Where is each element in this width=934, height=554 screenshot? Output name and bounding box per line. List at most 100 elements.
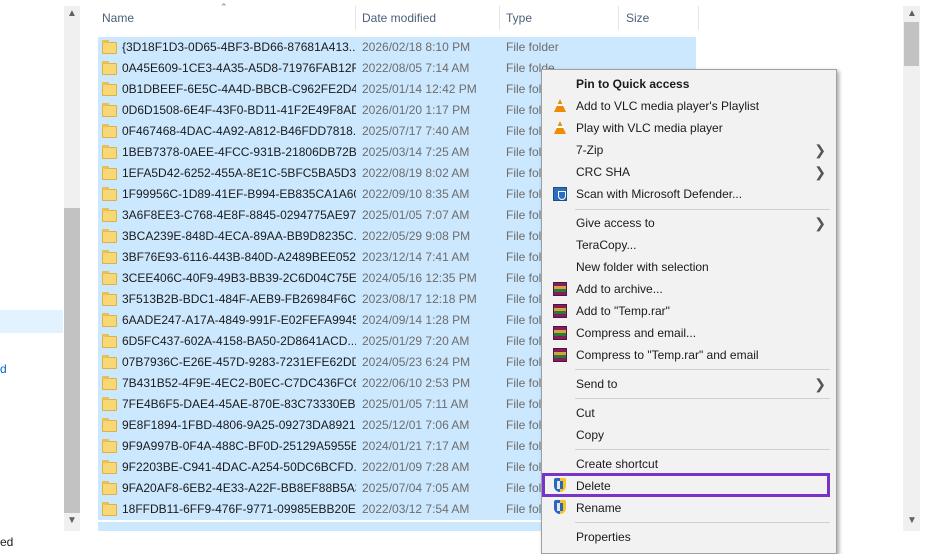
date-modified: 2022/06/10 2:53 PM <box>362 376 471 390</box>
menu-item-7zip[interactable]: 7-Zip ❯ <box>542 139 836 161</box>
menu-item-give-access[interactable]: Give access to ❯ <box>542 212 836 234</box>
file-name: 07B7936C-E26E-457D-9283-7231EFE62DDF <box>122 355 356 369</box>
file-name: 9E8F1894-1FBD-4806-9A25-09273DA89218 <box>122 418 356 432</box>
vlc-cone-icon <box>552 120 568 136</box>
file-name: 9FA20AF8-6EB2-4E33-A22F-BB8EF88B5A3F <box>122 481 356 495</box>
column-header-type[interactable]: Type <box>506 6 532 30</box>
file-name: 9F9A997B-0F4A-488C-BF0D-25129A5955EF <box>122 439 356 453</box>
submenu-chevron-icon: ❯ <box>814 215 826 231</box>
folder-icon <box>102 187 118 201</box>
column-header-name[interactable]: Name <box>102 6 134 30</box>
menu-item-label: Copy <box>576 428 605 442</box>
uac-shield-icon <box>552 500 568 516</box>
file-name: 7FE4B6F5-DAE4-45AE-870E-83C73330EB94 <box>122 397 356 411</box>
menu-item-properties[interactable]: Properties <box>542 526 836 548</box>
folder-icon <box>102 355 118 369</box>
nav-item-fragment[interactable]: d <box>0 362 7 376</box>
file-name: 0F467468-4DAC-4A92-A812-B46FDD7818... <box>122 124 356 138</box>
file-name: 3A6F8EE3-C768-4E8F-8845-0294775AE97A <box>122 208 356 222</box>
winrar-icon <box>552 281 568 297</box>
scroll-up-icon[interactable]: ▲ <box>904 6 920 22</box>
file-name: 6AADE247-A17A-4849-991F-E02FEFA9945C <box>122 313 356 327</box>
menu-item-label: Pin to Quick access <box>576 77 690 91</box>
menu-item-send-to[interactable]: Send to ❯ <box>542 373 836 395</box>
column-header-date[interactable]: Date modified <box>362 6 436 30</box>
nav-item-fragment-2[interactable]: ed <box>0 535 13 549</box>
submenu-chevron-icon: ❯ <box>814 164 826 180</box>
file-type: File folder <box>506 40 559 54</box>
nav-scroll-down-icon[interactable]: ▼ <box>64 513 80 529</box>
date-modified: 2025/03/14 7:25 AM <box>362 145 470 159</box>
menu-item-label: Play with VLC media player <box>576 121 723 135</box>
menu-item-label: Add to VLC media player's Playlist <box>576 99 760 113</box>
folder-icon <box>102 61 118 75</box>
date-modified: 2022/01/09 7:28 AM <box>362 460 470 474</box>
folder-icon <box>102 397 118 411</box>
menu-item-create-shortcut[interactable]: Create shortcut <box>542 453 836 475</box>
nav-selected-item[interactable] <box>0 310 63 333</box>
file-name: 3BF76E93-6116-443B-840D-A2489BEE0528 <box>122 250 356 264</box>
menu-item-new-folder-selection[interactable]: New folder with selection <box>542 256 836 278</box>
date-modified: 2024/01/21 7:17 AM <box>362 439 470 453</box>
sort-ascending-icon: ⌃ <box>220 2 228 12</box>
menu-separator <box>575 522 830 523</box>
date-modified: 2025/12/01 7:06 AM <box>362 418 470 432</box>
menu-item-crc-sha[interactable]: CRC SHA ❯ <box>542 161 836 183</box>
folder-icon <box>102 229 118 243</box>
menu-item-rename[interactable]: Rename <box>542 497 836 519</box>
menu-item-label: Rename <box>576 501 622 515</box>
menu-item-copy[interactable]: Copy <box>542 424 836 446</box>
column-divider[interactable] <box>355 6 356 30</box>
date-modified: 2024/05/23 6:24 PM <box>362 355 471 369</box>
date-modified: 2022/08/05 7:14 AM <box>362 61 470 75</box>
menu-item-pin-quick-access[interactable]: Pin to Quick access <box>542 73 836 95</box>
winrar-icon <box>552 325 568 341</box>
menu-item-label: Create shortcut <box>576 457 659 471</box>
date-modified: 2026/02/18 8:10 PM <box>362 40 471 54</box>
column-divider[interactable] <box>698 6 699 30</box>
scroll-down-icon[interactable]: ▼ <box>904 513 920 529</box>
menu-item-vlc-playlist[interactable]: Add to VLC media player's Playlist <box>542 95 836 117</box>
menu-item-add-temp-rar[interactable]: Add to "Temp.rar" <box>542 300 836 322</box>
folder-icon <box>102 208 118 222</box>
file-name: 3CEE406C-40F9-49B3-BB39-2C6D04C75E... <box>122 271 356 285</box>
folder-icon <box>102 481 118 495</box>
menu-item-label: New folder with selection <box>576 260 709 274</box>
delete-highlight-box <box>542 473 830 497</box>
nav-scroll-up-icon[interactable]: ▲ <box>64 6 80 22</box>
file-name: 9F2203BE-C941-4DAC-A254-50DC6BCFD... <box>122 460 356 474</box>
nav-scrollbar-thumb[interactable] <box>64 208 80 513</box>
menu-item-vlc-play[interactable]: Play with VLC media player <box>542 117 836 139</box>
menu-item-teracopy[interactable]: TeraCopy... <box>542 234 836 256</box>
menu-item-compress-email[interactable]: Compress and email... <box>542 322 836 344</box>
folder-icon <box>102 166 118 180</box>
folder-icon <box>102 82 118 96</box>
winrar-icon <box>552 347 568 363</box>
column-divider[interactable] <box>499 6 500 30</box>
menu-item-compress-temp-email[interactable]: Compress to "Temp.rar" and email <box>542 344 836 366</box>
file-list-scrollbar-thumb[interactable] <box>904 22 919 66</box>
folder-icon <box>102 40 118 54</box>
menu-item-cut[interactable]: Cut <box>542 402 836 424</box>
file-name: 18FFDB11-6FF9-476F-9771-09985EBB20E3 <box>122 502 356 516</box>
date-modified: 2024/09/14 1:28 PM <box>362 313 471 327</box>
folder-icon <box>102 292 118 306</box>
menu-item-label: CRC SHA <box>576 165 631 179</box>
file-name: 3F513B2B-BDC1-484F-AEB9-FB26984F6C92 <box>122 292 356 306</box>
date-modified: 2025/01/05 7:07 AM <box>362 208 470 222</box>
date-modified: 2022/09/10 8:35 AM <box>362 187 470 201</box>
column-divider[interactable] <box>618 6 619 30</box>
file-name: 0A45E609-1CE3-4A35-A5D8-71976FAB12FE <box>122 61 356 75</box>
file-name: 3BCA239E-848D-4ECA-89AA-BB9D8235C... <box>122 229 356 243</box>
column-header-size[interactable]: Size <box>626 6 649 30</box>
folder-icon <box>102 145 118 159</box>
date-modified: 2025/01/14 12:42 PM <box>362 82 477 96</box>
date-modified: 2022/03/12 7:54 AM <box>362 502 470 516</box>
menu-item-label: Scan with Microsoft Defender... <box>576 187 743 201</box>
file-list-scrollbar-track[interactable] <box>903 6 920 531</box>
menu-item-add-archive[interactable]: Add to archive... <box>542 278 836 300</box>
menu-item-defender-scan[interactable]: Scan with Microsoft Defender... <box>542 183 836 205</box>
menu-separator <box>575 449 830 450</box>
menu-item-label: Compress and email... <box>576 326 697 340</box>
table-row[interactable]: {3D18F1D3-0D65-4BF3-BD66-87681A413... 202… <box>98 37 696 58</box>
